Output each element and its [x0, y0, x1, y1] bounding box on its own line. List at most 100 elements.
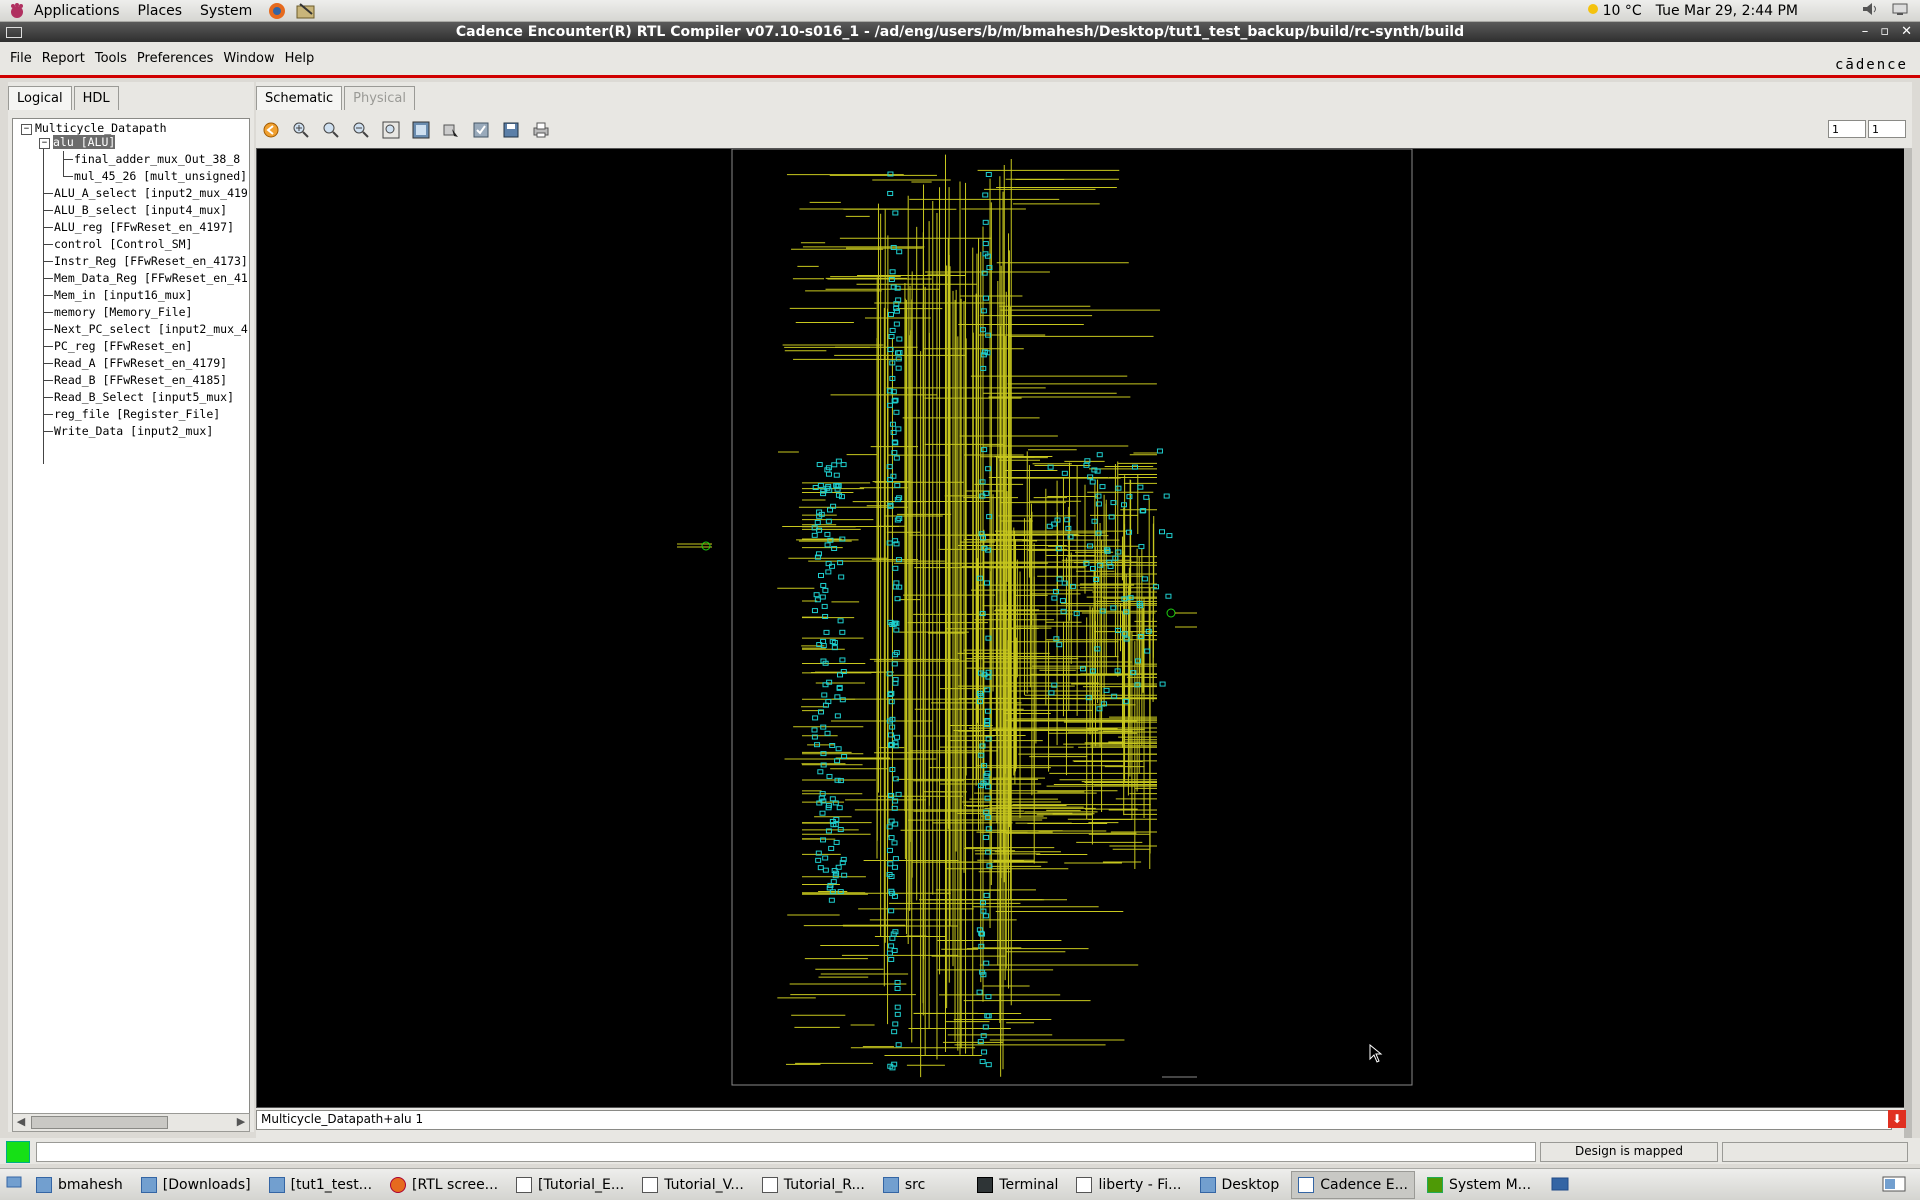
task-system-monitor[interactable]: System M...: [1421, 1172, 1537, 1198]
tree-item-read-a[interactable]: Read_A [FFwReset_en_4179]: [54, 355, 227, 372]
menu-report[interactable]: Report: [42, 51, 85, 66]
download-icon[interactable]: ⬇: [1888, 1110, 1906, 1128]
gnome-foot-icon[interactable]: [8, 2, 26, 20]
folder-icon: [882, 1176, 899, 1193]
tree-item-write-data[interactable]: Write_Data [input2_mux]: [54, 423, 213, 440]
task-desktop[interactable]: Desktop: [1194, 1172, 1286, 1198]
task-cadence[interactable]: Cadence E...: [1291, 1170, 1415, 1199]
window-titlebar[interactable]: Cadence Encounter(R) RTL Compiler v07.10…: [0, 22, 1920, 42]
task-downloads[interactable]: [Downloads]: [135, 1172, 257, 1198]
folder-icon: [140, 1176, 157, 1193]
tab-physical[interactable]: Physical: [344, 86, 416, 110]
taskbar: bmahesh [Downloads] [tut1_test... [RTL s…: [0, 1168, 1920, 1200]
firefox-launcher-icon[interactable]: [268, 2, 286, 20]
tree-horizontal-scrollbar[interactable]: ◀ ▶: [12, 1113, 250, 1132]
tree-item-read-b[interactable]: Read_B [FFwReset_en_4185]: [54, 372, 227, 389]
workspace-switcher-icon[interactable]: [1882, 1176, 1906, 1194]
page-to-input[interactable]: [1868, 120, 1906, 138]
system-monitor-icon: [1426, 1176, 1443, 1193]
zoom-fit-icon[interactable]: [380, 119, 402, 141]
back-icon[interactable]: [260, 119, 282, 141]
collapse-alu-icon[interactable]: −: [39, 138, 50, 149]
network-icon[interactable]: [1892, 2, 1908, 20]
weather-label[interactable]: 10 °C: [1603, 3, 1642, 19]
window-menu-icon[interactable]: [6, 27, 22, 38]
menu-system[interactable]: System: [200, 3, 252, 19]
menu-places[interactable]: Places: [138, 3, 183, 19]
firefox-icon: [390, 1176, 407, 1193]
minimize-icon[interactable]: –: [1862, 22, 1869, 42]
tree-item-read-b-select[interactable]: Read_B_Select [input5_mux]: [54, 389, 234, 406]
scroll-thumb[interactable]: [31, 1116, 168, 1129]
status-extra-field: [1722, 1142, 1908, 1162]
editor-launcher-icon[interactable]: [296, 2, 315, 20]
menu-tools[interactable]: Tools: [95, 51, 127, 66]
tree-item-memory[interactable]: memory [Memory_File]: [54, 304, 192, 321]
task-tutorial-r[interactable]: Tutorial_R...: [756, 1172, 871, 1198]
tree-item-next-pc-select[interactable]: Next_PC_select [input2_mux_4: [54, 321, 248, 338]
save-icon[interactable]: [500, 119, 522, 141]
status-indicator: [6, 1141, 30, 1163]
zoom-icon[interactable]: [320, 119, 342, 141]
menu-window[interactable]: Window: [223, 51, 274, 66]
task-src[interactable]: src: [877, 1172, 931, 1198]
folder-icon: [1199, 1176, 1216, 1193]
tree-item-mem-data-reg[interactable]: Mem_Data_Reg [FFwReset_en_41: [54, 270, 248, 287]
tree-item-alu-reg[interactable]: ALU_reg [FFwReset_en_4197]: [54, 219, 234, 236]
zoom-out-icon[interactable]: [350, 119, 372, 141]
tree-item-alu-a-select[interactable]: ALU_A_select [input2_mux_419: [54, 185, 248, 202]
schematic-canvas[interactable]: [256, 148, 1906, 1108]
scroll-left-icon[interactable]: ◀: [13, 1114, 29, 1129]
alu-schematic-drawing[interactable]: [257, 149, 1905, 1107]
tree-item-mem-in[interactable]: Mem_in [input16_mux]: [54, 287, 192, 304]
select-tool-icon[interactable]: [440, 119, 462, 141]
menu-applications[interactable]: Applications: [34, 3, 120, 19]
weather-icon[interactable]: [1587, 3, 1599, 19]
maximize-icon[interactable]: ▫: [1880, 22, 1889, 42]
cadence-logo: cādence: [1834, 57, 1908, 73]
close-icon[interactable]: ✕: [1901, 22, 1912, 42]
tree-item-reg-file[interactable]: reg_file [Register_File]: [54, 406, 220, 423]
tree-item-final-adder[interactable]: final_adder_mux_Out_38_8: [74, 151, 240, 168]
clock[interactable]: Tue Mar 29, 2:44 PM: [1656, 3, 1798, 19]
menu-file[interactable]: File: [10, 51, 32, 66]
page-from-input[interactable]: [1828, 120, 1866, 138]
tree-item-mul[interactable]: mul_45_26 [mult_unsigned]: [74, 168, 247, 185]
tab-hdl[interactable]: HDL: [73, 86, 119, 110]
hierarchy-path-field: Multicycle_Datapath+alu 1: [256, 1110, 1892, 1130]
task-tutorial-e[interactable]: [Tutorial_E...: [510, 1172, 630, 1198]
tree-item-instr-reg[interactable]: Instr_Reg [FFwReset_en_4173]: [54, 253, 248, 270]
window-icon: [1298, 1176, 1315, 1193]
show-desktop-icon[interactable]: [6, 1176, 24, 1194]
zoom-in-icon[interactable]: [290, 119, 312, 141]
collapse-root-icon[interactable]: −: [21, 124, 32, 135]
tree-item-alu-b-select[interactable]: ALU_B_select [input4_mux]: [54, 202, 227, 219]
schematic-panel: Schematic Physical Multicycle_Datapath+a…: [256, 82, 1912, 1142]
canvas-vertical-scrollbar[interactable]: [1904, 148, 1912, 1138]
trash-icon[interactable]: [1551, 1176, 1569, 1194]
volume-icon[interactable]: [1862, 2, 1878, 20]
design-tree: − Multicycle_Datapath − alu [ALU] final_…: [12, 118, 250, 1120]
menu-help[interactable]: Help: [285, 51, 315, 66]
task-terminal[interactable]: Terminal: [971, 1172, 1064, 1198]
status-field: [36, 1142, 1536, 1162]
zoom-area-icon[interactable]: [410, 119, 432, 141]
task-tutorial-v[interactable]: Tutorial_V...: [636, 1172, 750, 1198]
task-bmahesh[interactable]: bmahesh: [30, 1172, 129, 1198]
task-liberty[interactable]: liberty - Fi...: [1070, 1172, 1187, 1198]
apply-icon[interactable]: [470, 119, 492, 141]
tab-schematic[interactable]: Schematic: [256, 86, 343, 110]
hierarchy-panel: Logical HDL − Multicycle_Datapath − alu …: [8, 82, 254, 1132]
tab-logical[interactable]: Logical: [8, 86, 72, 110]
task-tut1-test[interactable]: [tut1_test...: [263, 1172, 378, 1198]
print-icon[interactable]: [530, 119, 552, 141]
tree-item-control[interactable]: control [Control_SM]: [54, 236, 192, 253]
task-rtl-screenshot[interactable]: [RTL scree...: [384, 1172, 504, 1198]
scroll-right-icon[interactable]: ▶: [233, 1114, 249, 1129]
terminal-icon: [977, 1176, 994, 1193]
top-panel: Applications Places System 10 °C Tue Mar…: [0, 0, 1920, 22]
tree-item-alu[interactable]: alu [ALU]: [53, 134, 116, 151]
status-message: Design is mapped: [1540, 1142, 1718, 1162]
tree-item-pc-reg[interactable]: PC_reg [FFwReset_en]: [54, 338, 192, 355]
menu-preferences[interactable]: Preferences: [137, 51, 213, 66]
